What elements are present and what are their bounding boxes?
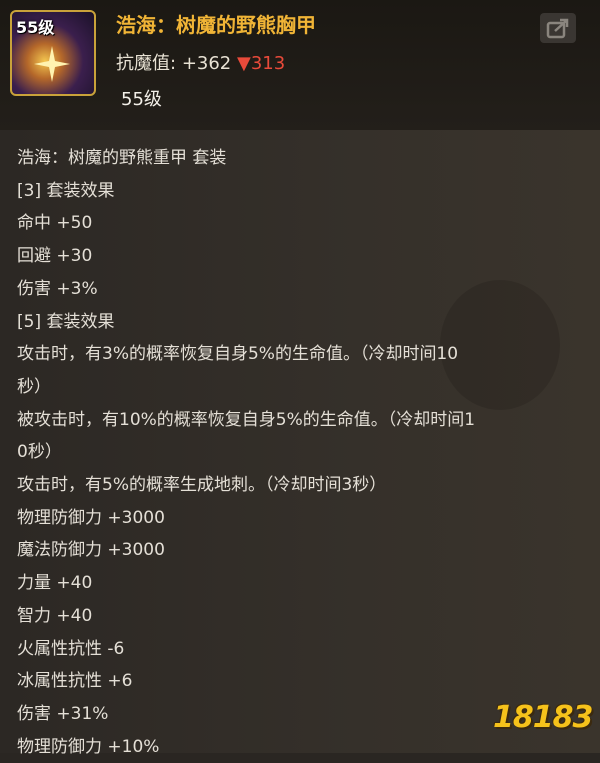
bonus-line: 火属性抗性 -6 (17, 638, 125, 659)
share-button[interactable] (540, 13, 576, 43)
item-header: 55级 浩海：树魔的野熊胸甲 抗魔值: +362 ▼313 55级 (0, 0, 600, 130)
item-level-badge: 55级 (16, 18, 55, 37)
bonus-line: 命中 +50 (17, 213, 93, 234)
item-description: 浩海：树魔的野熊重甲 套装 [3] 套装效果 命中 +50 回避 +30 伤害 … (17, 142, 587, 763)
site-watermark-logo: 18183 (493, 688, 593, 738)
bonus-line: 回避 +30 (17, 246, 93, 267)
sparkle-icon (34, 46, 70, 82)
required-level: 55级 (121, 89, 162, 110)
bonus-line: 魔法防御力 +3000 (17, 540, 165, 561)
stat-label: 抗魔值: (116, 53, 177, 74)
bonus-line: 被攻击时，有10%的概率恢复自身5%的生命值。（冷却时间1 (17, 409, 476, 430)
bonus-line: 攻击时，有5%的概率生成地刺。（冷却时间3秒） (17, 475, 387, 496)
watermark-text: 18183 (493, 700, 593, 735)
bonus-line: 0秒） (17, 442, 62, 463)
stat-value: +362 (181, 53, 232, 74)
bonus-line: 伤害 +3% (17, 278, 98, 299)
item-name: 浩海：树魔的野熊胸甲 (116, 13, 316, 37)
stat-line: 抗魔值: +362 ▼313 (116, 49, 285, 75)
bonus-line: 物理防御力 +3000 (17, 507, 165, 528)
item-icon[interactable]: 55级 (10, 10, 96, 96)
stat-down-arrow: ▼ (237, 53, 251, 74)
bonus-line: 智力 +40 (17, 605, 93, 626)
stat-down-value: 313 (250, 53, 286, 74)
set-bonus-header: [3] 套装效果 (17, 180, 115, 201)
set-name: 浩海：树魔的野熊重甲 套装 (17, 148, 227, 168)
share-icon (546, 18, 569, 39)
bonus-line: 攻击时，有3%的概率恢复自身5%的生命值。（冷却时间10 (17, 344, 459, 365)
set-bonus-header: [5] 套装效果 (17, 311, 115, 332)
bonus-line: 秒） (17, 376, 51, 397)
bonus-line: 力量 +40 (17, 573, 93, 594)
